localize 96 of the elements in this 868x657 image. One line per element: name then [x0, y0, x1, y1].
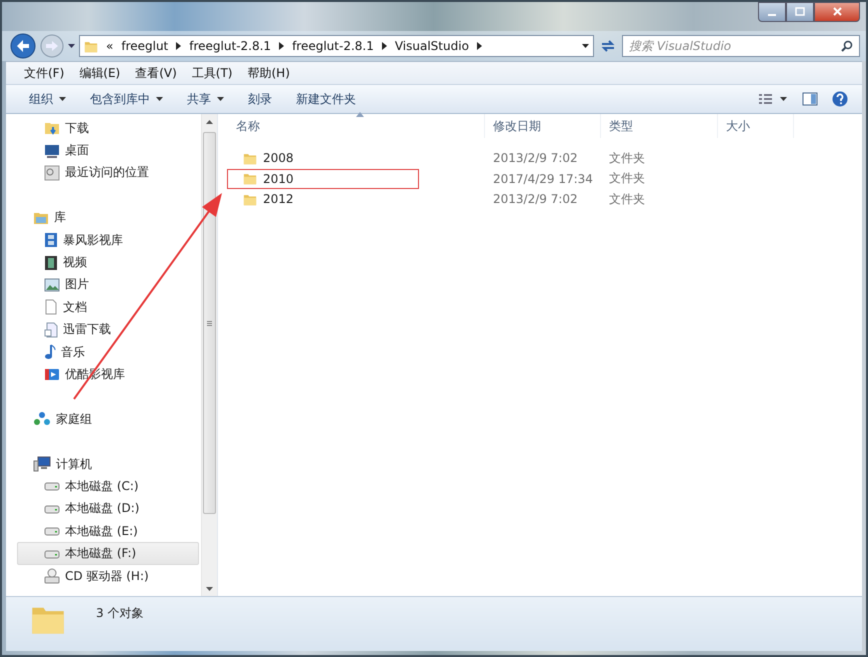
toolbar-button[interactable]: 共享: [176, 88, 235, 110]
preview-pane-icon[interactable]: [802, 92, 818, 106]
film-icon: [44, 254, 58, 271]
nav-item[interactable]: 视频: [6, 251, 199, 274]
drive-icon: [44, 504, 60, 514]
chevron-icon[interactable]: [382, 42, 387, 50]
drive-icon: [44, 481, 60, 492]
drive-icon: [44, 526, 60, 536]
maximize-button[interactable]: [786, 2, 814, 22]
film-icon: [44, 232, 58, 248]
column-header[interactable]: 修改日期: [485, 114, 601, 138]
scroll-down-icon[interactable]: [206, 586, 213, 590]
download-folder-icon: [44, 120, 60, 136]
search-field[interactable]: 搜索 VisualStudio: [622, 35, 860, 57]
column-header[interactable]: 类型: [601, 114, 718, 138]
desktop-icon: [44, 144, 60, 158]
breadcrumb[interactable]: freeglut-2.8.1: [292, 39, 374, 53]
nav-item[interactable]: 本地磁盘 (D:): [6, 498, 199, 520]
recent-places-icon: [44, 164, 60, 181]
table-cell-text: 2013/2/9 7:02: [492, 151, 579, 166]
nav-item[interactable]: 文档: [6, 296, 199, 319]
scrollbar[interactable]: [201, 114, 217, 596]
table-cell-text: 2013/2/9 7:02: [492, 192, 579, 206]
table-cell-text: 文件夹: [608, 170, 646, 188]
breadcrumb[interactable]: VisualStudio: [394, 39, 469, 53]
minimize-button[interactable]: [758, 2, 786, 22]
caret-icon: [59, 97, 66, 101]
breadcrumb[interactable]: freeglut-2.8.1: [189, 39, 272, 53]
file-name: 2008: [263, 151, 294, 166]
dropdown-icon[interactable]: [582, 44, 589, 48]
nav-item[interactable]: 桌面: [6, 139, 199, 162]
table-cell-text: 文件夹: [608, 150, 646, 167]
toolbar-button[interactable]: 组织: [18, 88, 77, 110]
item-count: 3 个对象: [96, 605, 144, 622]
toolbar-button[interactable]: 刻录: [237, 88, 283, 110]
caret-icon: [156, 97, 163, 101]
column-header[interactable]: 名称: [228, 114, 485, 138]
nav-group[interactable]: 计算机: [6, 452, 199, 476]
folder-icon: [243, 192, 257, 206]
picture-icon: [44, 278, 60, 292]
nav-item[interactable]: 最近访问的位置: [6, 162, 199, 184]
grip-icon: [207, 320, 212, 326]
file-name: 2010: [263, 172, 294, 186]
chevron-icon[interactable]: [476, 42, 482, 50]
toolbar-button[interactable]: 包含到库中: [79, 88, 174, 110]
close-button[interactable]: [814, 2, 860, 22]
music-note-icon: [44, 344, 56, 360]
address-bar[interactable]: « freeglut freeglut-2.8.1 freeglut-2.8.1 VisualStudio: [79, 35, 594, 57]
toolbar-button[interactable]: 新建文件夹: [285, 88, 367, 110]
chevron-icon[interactable]: [279, 42, 284, 50]
file-row[interactable]: 2008 2013/2/9 7:02 文件夹: [228, 148, 862, 168]
sort-arrow-icon: [356, 112, 364, 117]
nav-group[interactable]: 库: [6, 206, 199, 229]
nav-item[interactable]: 图片: [6, 274, 199, 296]
nav-item[interactable]: 迅雷下载: [6, 318, 199, 341]
scroll-thumb[interactable]: [203, 132, 216, 514]
cd-drive-icon: [44, 568, 60, 584]
view-options-icon[interactable]: [758, 93, 788, 105]
caret-icon: [217, 97, 224, 101]
homegroup-icon: [33, 411, 51, 428]
table-cell-text: 文件夹: [608, 190, 646, 208]
nav-item[interactable]: 本地磁盘 (C:): [6, 475, 199, 498]
nav-group[interactable]: 家庭组: [6, 408, 199, 430]
folder-icon: [243, 172, 257, 186]
document-icon: [44, 322, 58, 338]
file-name: 2012: [263, 192, 294, 206]
help-icon[interactable]: [832, 91, 848, 107]
chevron-icon[interactable]: [176, 42, 182, 50]
nav-item[interactable]: CD 驱动器 (H:): [6, 564, 199, 588]
nav-item[interactable]: 暴风影视库: [6, 228, 199, 252]
back-button[interactable]: [10, 33, 36, 59]
library-icon: [33, 210, 49, 225]
history-dropdown-icon[interactable]: [68, 44, 75, 48]
menu-item[interactable]: 文件(F): [24, 64, 64, 82]
file-row[interactable]: 2010 2017/4/29 17:34 文件夹: [228, 168, 862, 189]
scroll-up-icon[interactable]: [206, 120, 213, 124]
nav-item[interactable]: 本地磁盘 (E:): [6, 520, 199, 542]
nav-item[interactable]: 下载: [6, 117, 199, 140]
computer-icon: [33, 456, 51, 472]
nav-item[interactable]: 音乐: [6, 340, 199, 364]
overflow-chevron[interactable]: «: [106, 39, 114, 53]
drive-icon: [44, 548, 60, 559]
menu-item[interactable]: 编辑(E): [79, 64, 120, 82]
search-icon: [841, 40, 853, 52]
menu-item[interactable]: 工具(T): [192, 64, 232, 82]
table-cell-text: 2017/4/29 17:34: [492, 172, 594, 186]
menu-item[interactable]: 帮助(H): [248, 64, 290, 82]
file-row[interactable]: 2012 2013/2/9 7:02 文件夹: [228, 189, 862, 210]
breadcrumb[interactable]: freeglut: [121, 39, 168, 53]
menu-item[interactable]: 查看(V): [135, 64, 177, 82]
column-header[interactable]: 大小: [718, 114, 794, 138]
document-icon: [44, 299, 58, 316]
video-icon: [44, 367, 60, 382]
nav-item[interactable]: 本地磁盘 (F:): [17, 542, 199, 565]
folder-icon: [243, 152, 257, 165]
folder-icon: [84, 40, 98, 52]
